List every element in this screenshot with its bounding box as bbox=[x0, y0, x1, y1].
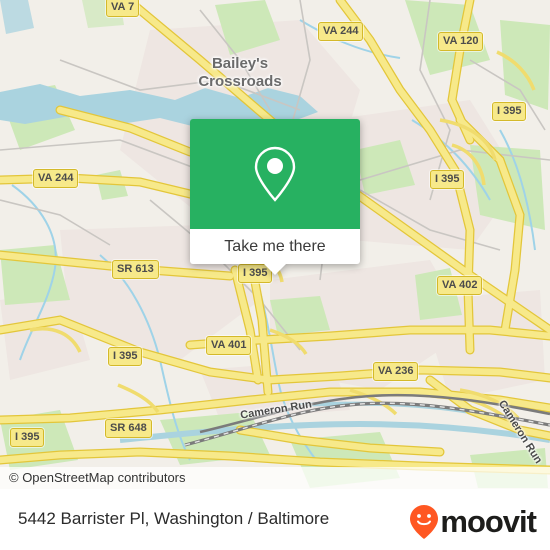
popup-action-row[interactable]: Take me there bbox=[190, 229, 360, 264]
shield-sr-613[interactable]: SR 613 bbox=[112, 260, 159, 279]
footer-bar: 5442 Barrister Pl, Washington / Baltimor… bbox=[0, 489, 550, 550]
place-label-baileys-crossroads: Bailey's Crossroads bbox=[180, 55, 300, 91]
map-pin-icon bbox=[254, 146, 296, 202]
moovit-logo[interactable]: moovit bbox=[409, 504, 537, 540]
shield-va-401[interactable]: VA 401 bbox=[206, 336, 252, 355]
place-label-line1: Bailey's bbox=[211, 55, 269, 72]
popup-tail bbox=[264, 264, 286, 275]
shield-va-7[interactable]: VA 7 bbox=[106, 0, 140, 17]
shield-va-120[interactable]: VA 120 bbox=[438, 32, 484, 51]
shield-va-236[interactable]: VA 236 bbox=[373, 362, 419, 381]
address-label: 5442 Barrister Pl, Washington / Baltimor… bbox=[18, 509, 330, 528]
location-popup[interactable]: Take me there bbox=[190, 119, 360, 275]
shield-i-395-ne[interactable]: I 395 bbox=[492, 102, 527, 121]
shield-va-402[interactable]: VA 402 bbox=[437, 276, 483, 295]
moovit-pin-smiley-icon bbox=[410, 505, 439, 539]
map-attribution: © OpenStreetMap contributors bbox=[0, 467, 550, 489]
moovit-wordmark: moovit bbox=[440, 504, 537, 539]
take-me-there-button[interactable]: Take me there bbox=[224, 238, 325, 256]
shield-va-244-left[interactable]: VA 244 bbox=[33, 169, 79, 188]
attribution-text: © OpenStreetMap contributors bbox=[9, 470, 186, 485]
shield-i-395-w[interactable]: I 395 bbox=[108, 347, 143, 366]
shield-sr-648[interactable]: SR 648 bbox=[105, 419, 152, 438]
shield-i-395-sw[interactable]: I 395 bbox=[10, 428, 45, 447]
popup-header bbox=[190, 119, 360, 229]
place-label-line2: Crossroads bbox=[198, 73, 282, 90]
map-screenshot: Bailey's Crossroads Cameron Run Cameron … bbox=[0, 0, 550, 550]
shield-va-244-top[interactable]: VA 244 bbox=[318, 22, 364, 41]
shield-i-395-e[interactable]: I 395 bbox=[430, 170, 465, 189]
